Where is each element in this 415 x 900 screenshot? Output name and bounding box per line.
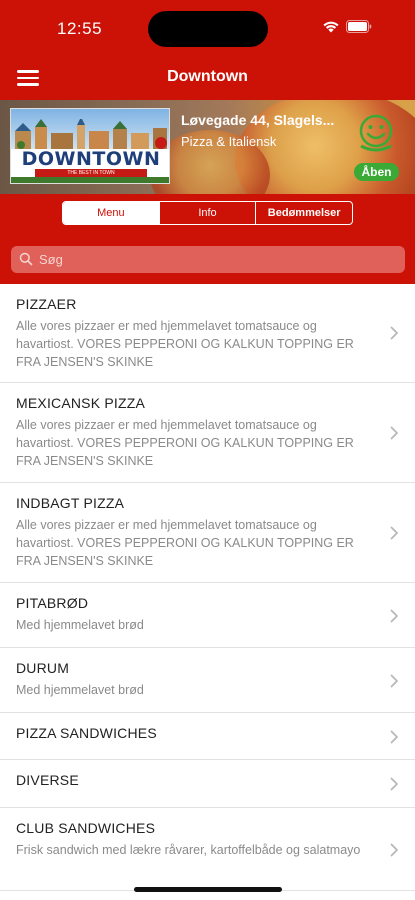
search-placeholder: Søg xyxy=(39,252,63,267)
restaurant-banner: DOWNTOWN THE BEST IN TOWN Løvegade 44, S… xyxy=(0,100,415,194)
restaurant-logo: DOWNTOWN THE BEST IN TOWN xyxy=(10,108,170,184)
list-item[interactable]: CLUB SANDWICHES Frisk sandwich med lækre… xyxy=(0,808,415,891)
category-description: Alle vores pizzaer er med hjemmelavet to… xyxy=(16,418,354,468)
status-bar: 12:55 xyxy=(0,0,415,58)
status-icons xyxy=(322,20,372,33)
segmented-control: Menu Info Bedømmelser xyxy=(62,201,353,225)
smiley-rating-icon xyxy=(359,114,393,152)
tab-menu[interactable]: Menu xyxy=(63,202,159,224)
category-description: Med hjemmelavet brød xyxy=(16,618,144,632)
list-item[interactable]: PIZZA SANDWICHES xyxy=(0,713,415,760)
category-description: Alle vores pizzaer er med hjemmelavet to… xyxy=(16,518,354,568)
battery-icon xyxy=(346,20,372,33)
search-input[interactable]: Søg xyxy=(11,246,405,273)
dynamic-island xyxy=(148,11,268,47)
menu-category-list: PIZZAER Alle vores pizzaer er med hjemme… xyxy=(0,284,415,891)
tab-reviews[interactable]: Bedømmelser xyxy=(255,202,352,224)
category-description: Alle vores pizzaer er med hjemmelavet to… xyxy=(16,319,354,369)
chevron-right-icon xyxy=(390,526,399,540)
status-time: 12:55 xyxy=(57,19,103,38)
chevron-right-icon xyxy=(390,609,399,623)
restaurant-category: Pizza & Italiensk xyxy=(181,134,277,149)
list-item[interactable]: DIVERSE xyxy=(0,760,415,808)
category-description: Med hjemmelavet brød xyxy=(16,683,144,697)
chevron-right-icon xyxy=(390,426,399,440)
list-item[interactable]: INDBAGT PIZZA Alle vores pizzaer er med … xyxy=(0,483,415,583)
list-item[interactable]: DURUM Med hjemmelavet brød xyxy=(0,648,415,713)
logo-wordmark: DOWNTOWN xyxy=(21,148,161,170)
category-description: Frisk sandwich med lækre råvarer, kartof… xyxy=(16,843,361,857)
list-item[interactable]: PIZZAER Alle vores pizzaer er med hjemme… xyxy=(0,284,415,383)
category-title: PIZZAER xyxy=(16,296,77,312)
category-title: PIZZA SANDWICHES xyxy=(16,725,157,741)
chevron-right-icon xyxy=(390,674,399,688)
home-indicator[interactable] xyxy=(134,887,282,892)
chevron-right-icon xyxy=(390,777,399,791)
restaurant-address: Løvegade 44, Slagels... xyxy=(181,112,335,128)
navigation-bar: Downtown xyxy=(0,58,415,100)
category-title: MEXICANSK PIZZA xyxy=(16,395,146,411)
open-status-badge: Åben xyxy=(354,163,399,181)
header: 12:55 Downtown DOWNTOWN THE BEST IN TOWN… xyxy=(0,0,415,284)
category-title: CLUB SANDWICHES xyxy=(16,820,156,836)
category-title: DURUM xyxy=(16,660,70,676)
list-item[interactable]: MEXICANSK PIZZA Alle vores pizzaer er me… xyxy=(0,383,415,483)
category-title: DIVERSE xyxy=(16,772,79,788)
list-item[interactable]: PITABRØD Med hjemmelavet brød xyxy=(0,583,415,648)
category-title: INDBAGT PIZZA xyxy=(16,495,125,511)
search-icon xyxy=(19,252,33,266)
chevron-right-icon xyxy=(390,326,399,340)
logo-tagline: THE BEST IN TOWN xyxy=(35,169,147,177)
category-title: PITABRØD xyxy=(16,595,89,611)
page-title: Downtown xyxy=(167,68,248,85)
chevron-right-icon xyxy=(390,730,399,744)
chevron-right-icon xyxy=(390,843,399,857)
wifi-icon xyxy=(322,20,340,33)
tab-info[interactable]: Info xyxy=(158,202,256,224)
